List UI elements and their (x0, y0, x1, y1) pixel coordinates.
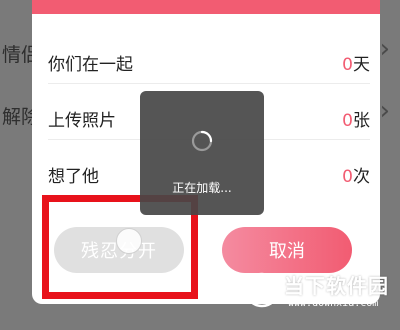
stat-row-days-together: 你们在一起 0天 (48, 38, 370, 84)
watermark-logo-icon (244, 272, 280, 308)
stat-label: 上传照片 (48, 111, 116, 131)
stat-number: 0 (342, 167, 353, 187)
stat-number: 0 (342, 55, 353, 75)
loading-text: 正在加载... (172, 181, 232, 195)
divider (48, 83, 370, 84)
watermark-title: 当下软件园 (284, 274, 389, 298)
stat-value: 0次 (342, 162, 370, 187)
stat-number: 0 (342, 111, 353, 131)
stat-label: 想了他 (48, 167, 99, 187)
loading-toast: 正在加载... (140, 91, 264, 215)
stat-label: 你们在一起 (48, 55, 133, 75)
stat-value: 0天 (342, 50, 370, 75)
stat-unit: 次 (353, 167, 370, 187)
stat-value: 0张 (342, 106, 370, 131)
chevron-right-icon: › (379, 96, 390, 126)
cancel-button[interactable]: 取消 (222, 227, 352, 273)
chevron-right-icon: › (379, 34, 390, 64)
stat-unit: 天 (353, 55, 370, 75)
dialog-header-bar (32, 0, 380, 14)
site-watermark: 当下软件园 www.downxia.com (244, 270, 394, 320)
stat-unit: 张 (353, 111, 370, 131)
spinner-icon (191, 130, 213, 152)
watermark-url: www.downxia.com (288, 298, 379, 309)
